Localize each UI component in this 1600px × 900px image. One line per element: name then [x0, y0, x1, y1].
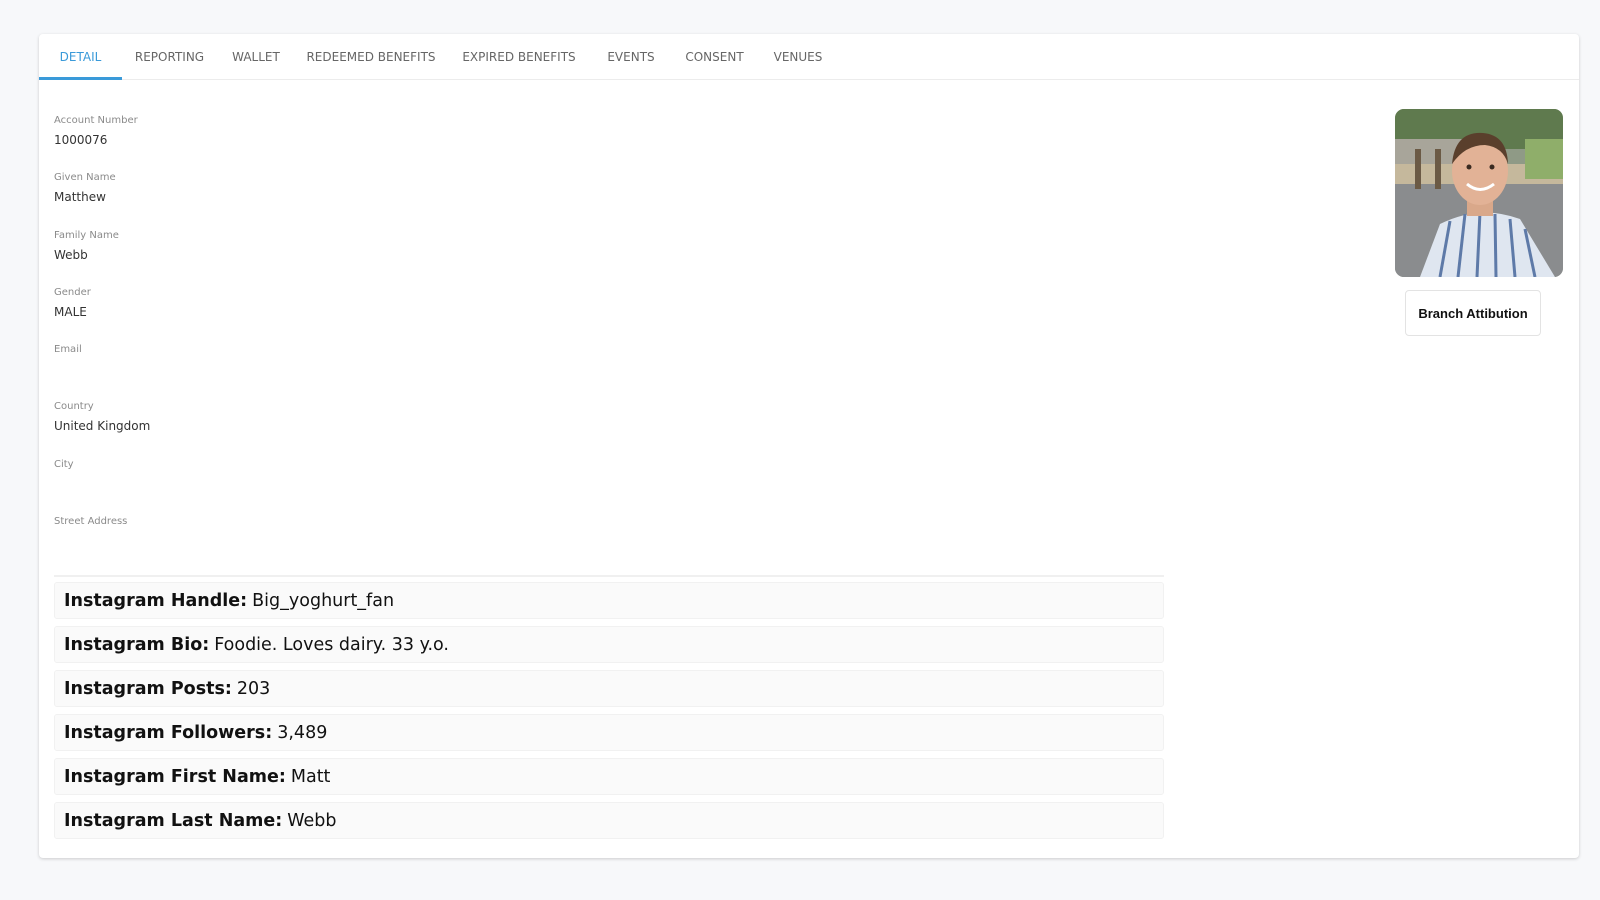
- instagram-first-name-row: Instagram First Name: Matt: [54, 758, 1164, 795]
- tab-redeemed-benefits[interactable]: REDEEMED BENEFITS: [295, 34, 447, 79]
- field-country: Country United Kingdom: [54, 400, 454, 457]
- field-label: Given Name: [54, 172, 116, 184]
- instagram-last-name-row: Instagram Last Name: Webb: [54, 802, 1164, 839]
- field-value: MALE: [54, 304, 87, 319]
- field-value: 1000076: [54, 133, 108, 147]
- field-value: United Kingdom: [54, 419, 151, 434]
- avatar-illustration: [1395, 109, 1563, 277]
- field-value-redacted: [54, 532, 454, 550]
- field-label: Account Number: [54, 115, 138, 126]
- field-label: Country: [54, 401, 94, 413]
- detail-fields: Account Number 1000076 Given Name Matthe…: [54, 114, 454, 572]
- tab-consent[interactable]: CONSENT: [671, 34, 758, 79]
- field-street-address: Street Address: [54, 515, 454, 572]
- field-gender: Gender MALE: [54, 286, 454, 343]
- instagram-posts-row: Instagram Posts: 203: [54, 670, 1164, 707]
- instagram-label: Instagram Followers:: [64, 722, 273, 743]
- field-email: Email: [54, 343, 454, 400]
- instagram-label: Instagram First Name:: [64, 766, 286, 787]
- instagram-value: 203: [236, 678, 271, 699]
- field-value: Matthew: [54, 190, 106, 205]
- field-label: Gender: [54, 286, 91, 298]
- tab-bar: DETAIL REPORTING WALLET REDEEMED BENEFIT…: [39, 34, 1579, 80]
- field-account-number: Account Number 1000076: [54, 114, 454, 171]
- tab-venues[interactable]: VENUES: [758, 34, 838, 79]
- tab-reporting[interactable]: REPORTING: [122, 34, 217, 79]
- instagram-value: Webb: [287, 810, 337, 831]
- instagram-label: Instagram Last Name:: [64, 810, 283, 831]
- field-value: [54, 475, 454, 493]
- field-label: Family Name: [54, 229, 119, 241]
- instagram-label: Instagram Posts:: [64, 678, 232, 699]
- field-city: City: [54, 458, 454, 515]
- field-label: Street Address: [54, 516, 128, 528]
- customer-detail-card: DETAIL REPORTING WALLET REDEEMED BENEFIT…: [39, 34, 1579, 858]
- branch-attribution-button[interactable]: Branch Attibution: [1405, 290, 1541, 336]
- tab-events[interactable]: EVENTS: [591, 34, 671, 79]
- profile-photo: [1395, 109, 1563, 277]
- field-label: City: [54, 458, 74, 470]
- instagram-bio-row: Instagram Bio: Foodie. Loves dairy. 33 y…: [54, 626, 1164, 663]
- tab-expired-benefits[interactable]: EXPIRED BENEFITS: [447, 34, 591, 79]
- instagram-value: Big_yoghurt_fan: [252, 590, 395, 611]
- field-value-redacted: [54, 360, 454, 378]
- tab-wallet[interactable]: WALLET: [217, 34, 295, 79]
- field-family-name: Family Name Webb: [54, 229, 454, 286]
- instagram-followers-row: Instagram Followers: 3,489: [54, 714, 1164, 751]
- field-given-name: Given Name Matthew: [54, 171, 454, 228]
- instagram-handle-row: Instagram Handle: Big_yoghurt_fan: [54, 582, 1164, 619]
- instagram-value: Matt: [290, 766, 331, 787]
- instagram-section: Instagram Handle: Big_yoghurt_fan Instag…: [54, 582, 1164, 846]
- instagram-value: Foodie. Loves dairy. 33 y.o.: [214, 634, 449, 655]
- instagram-value: 3,489: [277, 722, 328, 743]
- instagram-label: Instagram Bio:: [64, 634, 210, 655]
- section-divider: [54, 575, 1164, 577]
- field-label: Email: [54, 344, 82, 356]
- instagram-label: Instagram Handle:: [64, 590, 248, 611]
- tab-detail[interactable]: DETAIL: [39, 34, 122, 80]
- field-value: Webb: [54, 247, 88, 262]
